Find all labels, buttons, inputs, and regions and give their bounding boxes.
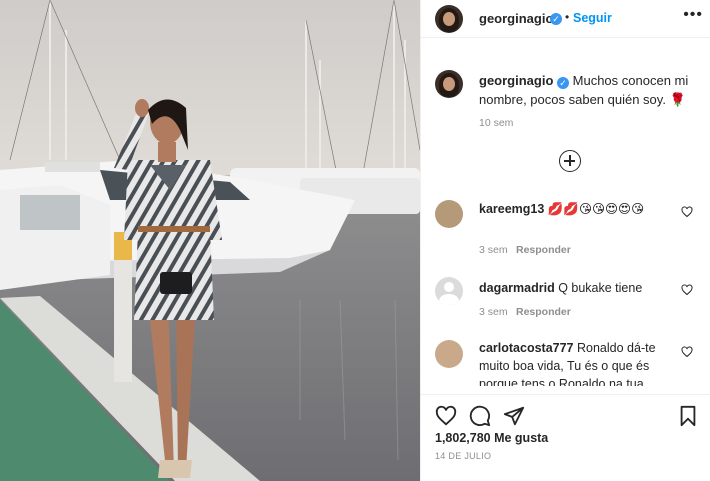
like-comment-heart-icon[interactable] [681,284,693,296]
like-comment-heart-icon[interactable] [681,206,693,218]
comment-text: Q bukake tiene [558,281,643,295]
instagram-post: georginagio ✓ • Seguir ••• georginagio ✓… [0,0,710,481]
reply-button[interactable]: Responder [516,306,571,318]
post-photo[interactable] [0,0,420,481]
marina-photo-illustration [0,0,420,481]
reply-button[interactable]: Responder [516,244,571,256]
comment-username[interactable]: dagarmadrid [479,281,555,295]
post-header: georginagio ✓ • Seguir ••• [421,0,710,38]
comment-time[interactable]: 3 sem [479,244,508,256]
verified-badge-icon: ✓ [557,77,570,89]
share-plane-icon[interactable] [503,405,525,427]
caption-username[interactable]: georginagio [479,73,553,88]
like-count[interactable]: 1,802,780 Me gusta [435,431,548,445]
comment-time[interactable]: 3 sem [479,306,508,318]
comment-item: carlotacosta777 Ronaldo dá-te muito boa … [479,339,679,386]
author-username[interactable]: georginagio [479,11,553,26]
caption-avatar[interactable] [435,70,463,98]
more-options-icon[interactable]: ••• [683,6,703,24]
like-comment-heart-icon[interactable] [681,346,693,358]
like-heart-icon[interactable] [435,405,457,427]
separator-dot: • [565,10,570,24]
comment-bubble-icon[interactable] [469,405,491,427]
comment-avatar[interactable] [435,340,463,368]
post-date[interactable]: 14 DE JULIO [435,451,491,461]
comment-text: 💋💋😘😘😍😍😘 [547,202,645,216]
comment-avatar-default[interactable] [435,277,463,305]
author-avatar[interactable] [435,5,463,33]
comment-username[interactable]: kareemg13 [479,202,544,216]
caption: georginagio ✓ Muchos conocen mi nombre, … [479,71,704,109]
comment-avatar[interactable] [435,200,463,228]
comment-item: kareemg13 💋💋😘😘😍😍😘 [479,200,679,218]
post-side-panel: georginagio ✓ • Seguir ••• georginagio ✓… [420,0,710,481]
comment-item: dagarmadrid Q bukake tiene [479,279,679,297]
follow-button[interactable]: Seguir [573,11,612,25]
post-action-bar: 1,802,780 Me gusta 14 DE JULIO [421,394,710,481]
verified-badge-icon: ✓ [550,13,562,25]
load-more-comments-icon[interactable] [559,150,581,172]
save-bookmark-icon[interactable] [677,405,699,427]
caption-time[interactable]: 10 sem [479,117,513,129]
comment-clip: carlotacosta777 Ronaldo dá-te muito boa … [421,336,710,386]
comment-username[interactable]: carlotacosta777 [479,341,574,355]
